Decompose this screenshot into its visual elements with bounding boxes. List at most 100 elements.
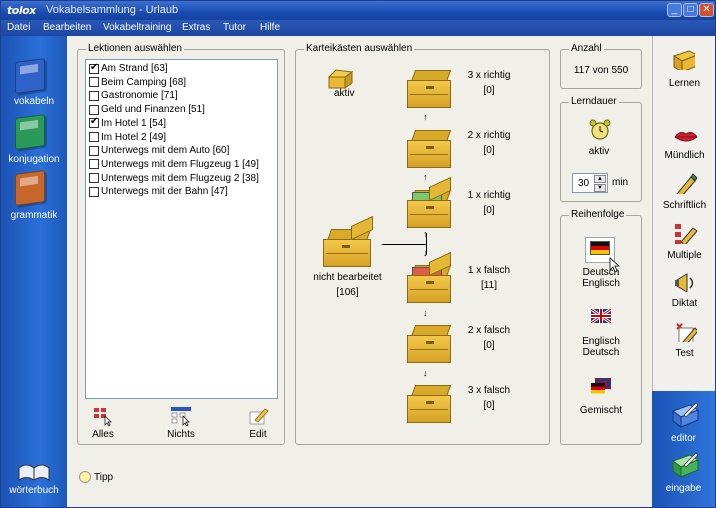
close-button[interactable]: ✕	[699, 3, 714, 17]
select-none-button[interactable]: Nichts	[163, 406, 199, 440]
lesson-checkbox[interactable]	[89, 104, 99, 115]
menu-bar: Datei Bearbeiten Vokabeltraining Extras …	[1, 20, 715, 36]
title-bar: tolox Vokabelsammlung - Urlaub _ □ ✕	[1, 1, 715, 20]
lesson-label: Unterwegs mit der Bahn [47]	[101, 186, 228, 198]
arrow-down-icon: ↓	[423, 248, 428, 258]
box-count: [0]	[483, 145, 495, 156]
lerndauer-status: aktiv	[588, 146, 610, 157]
eingabe-button[interactable]: eingabe	[652, 449, 715, 499]
stepper-down-icon[interactable]: ▼	[594, 184, 606, 192]
card-box-icon[interactable]	[407, 70, 452, 108]
lesson-checkbox[interactable]	[89, 173, 99, 184]
unprocessed-box-icon[interactable]	[323, 215, 375, 269]
sidebar-item-multiple[interactable]: Multiple	[653, 222, 716, 262]
alarm-clock-icon[interactable]	[588, 118, 612, 142]
box-label: 3 x richtig	[467, 70, 511, 81]
lesson-checkbox[interactable]	[89, 132, 99, 142]
sidebar-item-label: Diktat	[671, 298, 698, 309]
sidebar-item-muendlich[interactable]: Mündlich	[653, 128, 716, 164]
pencil-icon	[249, 408, 269, 425]
lesson-label: Im Hotel 2 [49]	[101, 131, 167, 143]
menu-tutor[interactable]: Tutor	[223, 22, 246, 33]
boxes-title: Karteikästen auswählen	[304, 43, 415, 54]
arrow-down-icon: ↓	[423, 308, 428, 318]
menu-bearbeiten[interactable]: Bearbeiten	[43, 22, 91, 33]
sidebar-item-grammatik[interactable]: grammatik	[1, 169, 67, 227]
menu-vokabeltraining[interactable]: Vokabeltraining	[103, 22, 171, 33]
menu-extras[interactable]: Extras	[182, 22, 210, 33]
german-flag-icon	[590, 241, 610, 255]
lesson-label: Unterwegs mit dem Auto [60]	[101, 145, 230, 157]
duration-stepper[interactable]: 30 ▲ ▼	[572, 173, 608, 193]
sidebar-item-label: konjugation	[8, 154, 60, 165]
sidebar-item-label: Multiple	[667, 250, 702, 261]
lesson-item[interactable]: Unterwegs mit der Bahn [47]	[89, 185, 228, 198]
box-label: 1 x falsch	[467, 265, 511, 276]
arrow-down-icon: ↓	[423, 368, 428, 378]
lesson-item[interactable]: Unterwegs mit dem Auto [60]	[89, 144, 229, 157]
card-box-icon[interactable]	[407, 325, 452, 363]
sidebar-item-woerterbuch[interactable]: wörterbuch	[1, 456, 67, 501]
lesson-label: Im Hotel 1 [54]	[101, 117, 167, 129]
editor-button[interactable]: editor	[652, 399, 715, 449]
lesson-item[interactable]: Im Hotel 2 [49]	[89, 131, 166, 144]
card-box-icon[interactable]	[407, 130, 452, 168]
lesson-checkbox[interactable]	[89, 145, 99, 156]
eingabe-label: eingabe	[665, 483, 702, 494]
lessons-list: Am Strand [63] Beim Camping [68] Gastronom…	[85, 59, 278, 399]
sidebar-item-label: wörterbuch	[9, 485, 59, 496]
right-bottom-panel: editor eingabe	[652, 391, 715, 507]
grammatik-book-icon	[15, 169, 45, 207]
lesson-item[interactable]: Gastronomie [71]	[89, 89, 178, 102]
lesson-checkbox[interactable]	[89, 90, 99, 101]
lesson-item[interactable]: Am Strand [63]	[89, 62, 168, 75]
test-sheet-icon	[676, 323, 697, 342]
order-option-line1: Gemischt	[579, 405, 623, 416]
order-de-en-option[interactable]: Deutsch Englisch	[573, 237, 629, 293]
lerndauer-title: Lerndauer	[569, 96, 619, 107]
lesson-checkbox[interactable]	[89, 77, 99, 88]
stepper-up-icon[interactable]: ▲	[594, 175, 606, 183]
sidebar-item-vokabeln[interactable]: vokabeln	[1, 56, 67, 111]
lesson-label: Am Strand [63]	[101, 63, 168, 74]
sidebar-item-label: Mündlich	[664, 150, 705, 161]
sidebar-item-label: grammatik	[10, 210, 58, 221]
minimize-button[interactable]: _	[667, 3, 682, 17]
duration-unit: min	[612, 177, 629, 188]
card-box-icon[interactable]	[407, 385, 452, 423]
order-en-de-option[interactable]: Englisch Deutsch	[573, 309, 629, 365]
sidebar-item-test[interactable]: Test	[653, 320, 716, 360]
active-label: aktiv	[334, 88, 355, 99]
lesson-item[interactable]: Unterwegs mit dem Flugzeug 2 [38]	[89, 172, 259, 185]
menu-datei[interactable]: Datei	[7, 22, 30, 33]
sidebar-item-label: Schriftlich	[662, 200, 707, 211]
lesson-checkbox[interactable]	[89, 62, 99, 74]
lesson-checkbox[interactable]	[89, 159, 99, 170]
tipp-label[interactable]: Tipp	[94, 472, 113, 483]
sidebar-item-konjugation[interactable]: konjugation	[1, 113, 67, 171]
lesson-label: Unterwegs mit dem Flugzeug 2 [38]	[101, 172, 259, 184]
sidebar-item-schriftlich[interactable]: Schriftlich	[653, 172, 716, 212]
maximize-button[interactable]: □	[683, 3, 698, 17]
box-count: [0]	[483, 340, 495, 351]
card-box-icon[interactable]	[407, 176, 452, 228]
window-title: Vokabelsammlung - Urlaub	[46, 4, 179, 16]
anzahl-title: Anzahl	[569, 43, 604, 54]
edit-button[interactable]: Edit	[243, 406, 273, 440]
pen-icon	[676, 173, 697, 194]
order-option-line2: Englisch	[582, 278, 620, 289]
reihenfolge-title: Reihenfolge	[569, 209, 627, 220]
select-all-button[interactable]: Alles	[87, 406, 119, 440]
menu-hilfe[interactable]: Hilfe	[260, 22, 280, 33]
sidebar-item-lernen[interactable]: Lernen	[653, 48, 716, 93]
lesson-item[interactable]: Unterwegs mit dem Flugzeug 1 [49]	[89, 158, 259, 171]
card-box-icon[interactable]	[407, 251, 452, 303]
lesson-checkbox[interactable]	[89, 186, 99, 197]
order-mixed-option[interactable]: Gemischt	[573, 378, 629, 420]
lesson-item[interactable]: Beim Camping [68]	[89, 76, 186, 89]
lesson-item[interactable]: Im Hotel 1 [54]	[89, 116, 167, 130]
sidebar-item-diktat[interactable]: Diktat	[653, 270, 716, 310]
lesson-item[interactable]: Geld und Finanzen [51]	[89, 103, 205, 116]
lesson-checkbox[interactable]	[89, 116, 99, 129]
open-book-icon	[18, 464, 50, 481]
